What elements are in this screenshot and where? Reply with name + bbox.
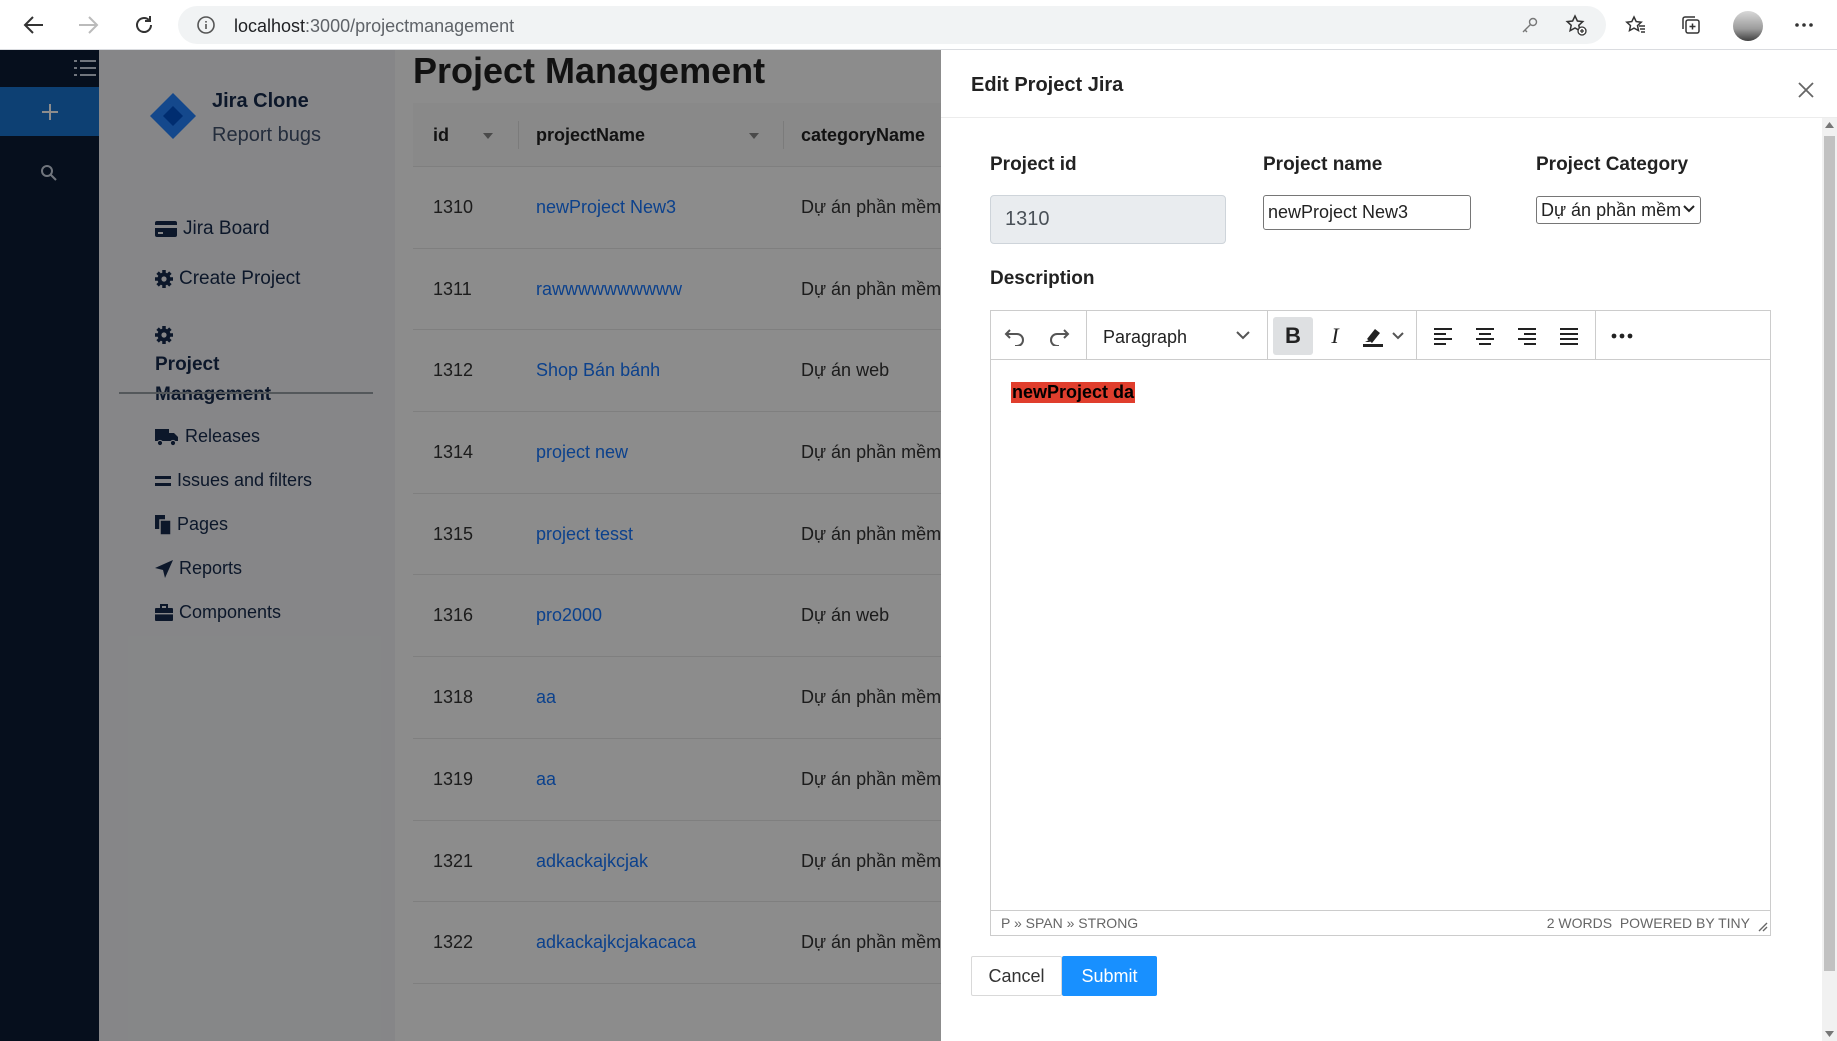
justify-button[interactable] — [1549, 317, 1589, 355]
more-menu-icon[interactable] — [1788, 9, 1820, 41]
refresh-icon[interactable] — [128, 9, 160, 41]
italic-button[interactable]: I — [1315, 317, 1355, 355]
toolbar-separator — [1267, 311, 1268, 359]
chevron-down-icon — [1392, 332, 1404, 340]
editor-statusbar: P » SPAN » STRONG 2 WORDS POWERED BY TIN… — [991, 910, 1770, 935]
undo-icon — [1004, 329, 1024, 346]
project-id-input: 1310 — [990, 195, 1226, 244]
drawer-header: Edit Project Jira — [941, 50, 1837, 118]
word-count-branding: 2 WORDS POWERED BY TINY — [1546, 915, 1750, 931]
italic-icon: I — [1331, 323, 1339, 348]
undo-button[interactable] — [995, 317, 1035, 355]
bold-icon: B — [1285, 323, 1301, 348]
editor-content-area[interactable]: newProject da — [991, 360, 1770, 910]
back-icon[interactable] — [18, 9, 50, 41]
highlight-color-button[interactable] — [1355, 317, 1411, 355]
info-icon[interactable] — [196, 15, 216, 35]
forward-icon[interactable] — [72, 9, 104, 41]
description-text: newProject da — [1011, 382, 1136, 403]
collections-icon[interactable] — [1675, 9, 1707, 41]
scroll-up-arrow-icon[interactable] — [1825, 122, 1834, 128]
project-name-input[interactable]: newProject New3 — [1263, 195, 1471, 230]
edit-project-drawer: Edit Project Jira Project id Project nam… — [941, 50, 1837, 1041]
align-center-icon — [1476, 328, 1494, 345]
scrollbar-thumb[interactable] — [1824, 136, 1835, 971]
align-right-button[interactable] — [1507, 317, 1547, 355]
drawer-title: Edit Project Jira — [971, 74, 1124, 96]
align-right-icon — [1518, 328, 1536, 345]
redo-button[interactable] — [1039, 317, 1079, 355]
url-text: localhost:3000/projectmanagement — [234, 16, 515, 36]
address-bar[interactable]: localhost:3000/projectmanagement — [178, 6, 1606, 44]
editor-toolbar: Paragraph B I — [991, 311, 1770, 360]
highlighter-icon — [1363, 329, 1383, 347]
resize-handle-icon[interactable] — [1756, 920, 1768, 932]
scroll-down-arrow-icon[interactable] — [1825, 1031, 1834, 1037]
browser-toolbar: localhost:3000/projectmanagement — [0, 0, 1837, 50]
project-category-label: Project Category — [1536, 154, 1689, 175]
project-id-label: Project id — [990, 154, 1077, 175]
align-left-icon — [1434, 328, 1452, 345]
toolbar-separator — [1416, 311, 1417, 359]
toolbar-separator — [1595, 311, 1596, 359]
description-label: Description — [990, 268, 1095, 289]
bold-button[interactable]: B — [1273, 317, 1313, 355]
rich-text-editor: Paragraph B I newProject da P » SPAN » S… — [990, 310, 1771, 936]
align-justify-icon — [1560, 328, 1578, 345]
project-category-select[interactable]: Dự án phần mềm — [1536, 196, 1701, 224]
redo-icon — [1050, 329, 1070, 346]
key-icon[interactable] — [1514, 9, 1546, 41]
element-path[interactable]: P » SPAN » STRONG — [1001, 915, 1138, 931]
close-icon[interactable] — [1796, 80, 1816, 100]
chevron-down-icon — [1683, 205, 1695, 213]
drawer-scrollbar[interactable] — [1822, 118, 1837, 1041]
align-left-button[interactable] — [1423, 317, 1463, 355]
favorites-icon[interactable] — [1620, 9, 1652, 41]
selected-category: Dự án phần mềm — [1541, 200, 1682, 220]
project-name-label: Project name — [1263, 154, 1383, 175]
add-favorite-icon[interactable] — [1560, 9, 1592, 41]
more-tools-button[interactable] — [1602, 317, 1642, 355]
align-center-button[interactable] — [1465, 317, 1505, 355]
chevron-down-icon — [1236, 331, 1250, 340]
cancel-button[interactable]: Cancel — [971, 956, 1062, 996]
profile-avatar[interactable] — [1733, 11, 1763, 41]
submit-button[interactable]: Submit — [1062, 956, 1157, 996]
ellipsis-icon — [1611, 333, 1633, 339]
block-format-dropdown[interactable]: Paragraph — [1087, 311, 1267, 359]
